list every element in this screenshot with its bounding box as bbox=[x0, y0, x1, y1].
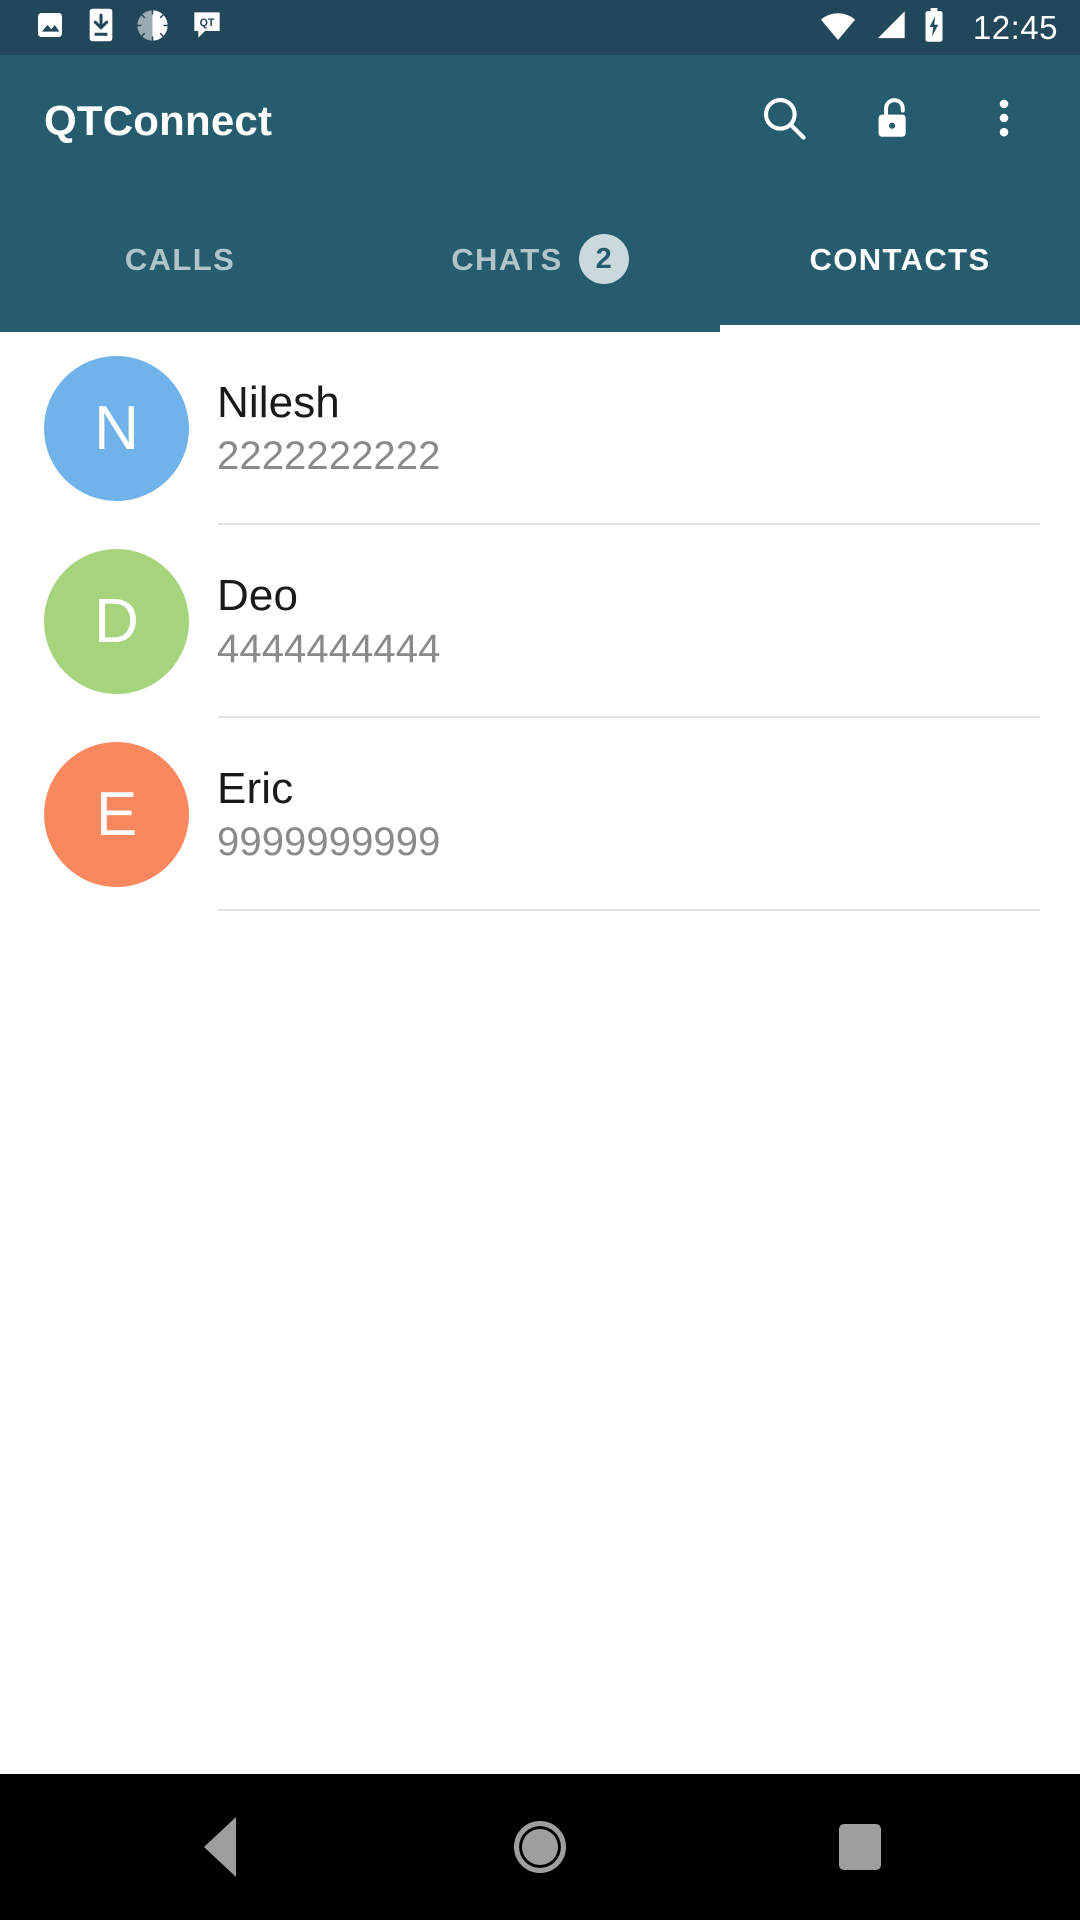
contact-number: 9999999999 bbox=[217, 819, 441, 864]
unlock-button[interactable] bbox=[846, 73, 942, 169]
qt-chat-bubble-icon: QT bbox=[191, 9, 223, 46]
contact-list-item[interactable]: E Eric 9999999999 bbox=[0, 718, 1080, 911]
battery-charging-icon bbox=[923, 8, 945, 47]
tab-active-indicator bbox=[720, 325, 1080, 332]
contact-name: Deo bbox=[217, 571, 299, 621]
system-navigation-bar bbox=[0, 1774, 1080, 1920]
contact-list-item[interactable]: N Nilesh 2222222222 bbox=[0, 332, 1080, 525]
tab-chats-badge: 2 bbox=[578, 234, 629, 284]
contact-list-item[interactable]: D Deo 4444444444 bbox=[0, 525, 1080, 718]
home-button[interactable] bbox=[465, 1774, 615, 1920]
avatar: N bbox=[44, 356, 189, 501]
avatar-initial: E bbox=[95, 779, 138, 849]
wifi-icon bbox=[819, 9, 857, 46]
status-bar-system-icons: 12:45 bbox=[819, 8, 1058, 47]
unlock-icon bbox=[869, 93, 919, 148]
overflow-menu-button[interactable] bbox=[956, 73, 1052, 169]
tab-contacts-label: CONTACTS bbox=[809, 241, 991, 277]
svg-text:QT: QT bbox=[200, 17, 215, 29]
status-bar-clock: 12:45 bbox=[972, 9, 1058, 46]
tab-bar: CALLS CHATS 2 CONTACTS bbox=[0, 186, 1080, 332]
contact-name: Nilesh bbox=[217, 378, 340, 428]
status-bar-notification-icons: QT bbox=[34, 8, 223, 47]
recents-button[interactable] bbox=[785, 1774, 935, 1920]
app-bar-actions bbox=[736, 73, 1052, 169]
contact-details: Nilesh 2222222222 bbox=[217, 378, 440, 479]
image-icon bbox=[34, 9, 66, 46]
recents-square-icon bbox=[839, 1824, 881, 1870]
back-triangle-icon bbox=[204, 1817, 236, 1877]
list-divider bbox=[218, 909, 1040, 911]
overflow-menu-icon bbox=[979, 93, 1029, 148]
avatar-initial: D bbox=[94, 586, 139, 656]
status-bar: QT 12:45 bbox=[0, 0, 1080, 55]
tab-calls[interactable]: CALLS bbox=[0, 186, 360, 332]
contact-details: Deo 4444444444 bbox=[217, 571, 440, 672]
app-screen: QT 12:45 QTConnect CALLS CHATS 2 CONTACT… bbox=[0, 0, 1080, 1920]
tab-chats[interactable]: CHATS 2 bbox=[360, 186, 720, 332]
home-circle-icon bbox=[514, 1821, 566, 1873]
download-to-device-icon bbox=[88, 8, 114, 47]
tab-chats-label: CHATS bbox=[451, 241, 563, 277]
sync-spinner-icon bbox=[136, 9, 169, 47]
contact-list: N Nilesh 2222222222 D Deo 4444444444 E E… bbox=[0, 332, 1080, 911]
search-button[interactable] bbox=[736, 73, 832, 169]
cellular-signal-icon bbox=[873, 9, 907, 46]
contacts-pane: N Nilesh 2222222222 D Deo 4444444444 E E… bbox=[0, 332, 1080, 1774]
contact-name: Eric bbox=[217, 764, 294, 814]
avatar-initial: N bbox=[94, 393, 139, 463]
contact-number: 4444444444 bbox=[217, 626, 441, 671]
back-button[interactable] bbox=[145, 1774, 295, 1920]
app-title: QTConnect bbox=[44, 96, 273, 144]
avatar: E bbox=[44, 742, 189, 887]
search-icon bbox=[758, 92, 810, 149]
tab-calls-label: CALLS bbox=[124, 241, 236, 277]
contact-details: Eric 9999999999 bbox=[217, 764, 440, 865]
app-bar: QTConnect bbox=[0, 55, 1080, 186]
tab-contacts[interactable]: CONTACTS bbox=[720, 186, 1080, 332]
avatar: D bbox=[44, 549, 189, 694]
contact-number: 2222222222 bbox=[217, 433, 441, 478]
